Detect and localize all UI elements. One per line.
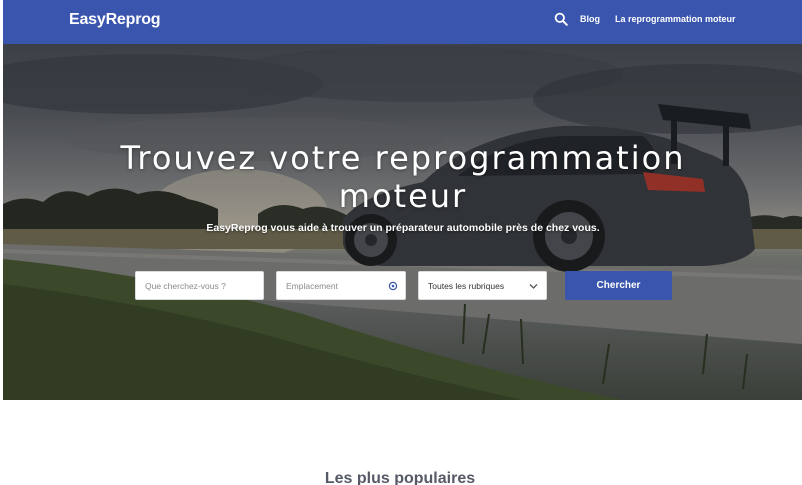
query-input[interactable] bbox=[136, 272, 263, 299]
category-select-value: Toutes les rubriques bbox=[428, 281, 505, 291]
hero-title: Trouvez votre reprogrammation moteur bbox=[120, 139, 686, 215]
chevron-down-icon bbox=[529, 284, 538, 289]
category-select[interactable]: Toutes les rubriques bbox=[418, 271, 547, 300]
search-button[interactable]: Chercher bbox=[565, 271, 672, 300]
nav-link-blog[interactable]: Blog bbox=[580, 14, 600, 24]
location-input[interactable] bbox=[277, 272, 405, 299]
hero-subtitle: EasyReprog vous aide à trouver un prépar… bbox=[206, 222, 600, 234]
search-icon[interactable] bbox=[554, 12, 568, 26]
query-field bbox=[135, 271, 264, 300]
crosshair-icon[interactable] bbox=[388, 281, 398, 291]
nav-link-reprogrammation[interactable]: La reprogrammation moteur bbox=[615, 14, 736, 24]
location-field bbox=[276, 271, 406, 300]
site-logo[interactable]: EasyReprog bbox=[69, 11, 161, 29]
hero-banner: Trouvez votre reprogrammation moteur Eas… bbox=[3, 44, 802, 400]
popular-section-title: Les plus populaires bbox=[324, 470, 476, 485]
top-navbar: EasyReprog Blog La reprogrammation moteu… bbox=[3, 0, 802, 44]
